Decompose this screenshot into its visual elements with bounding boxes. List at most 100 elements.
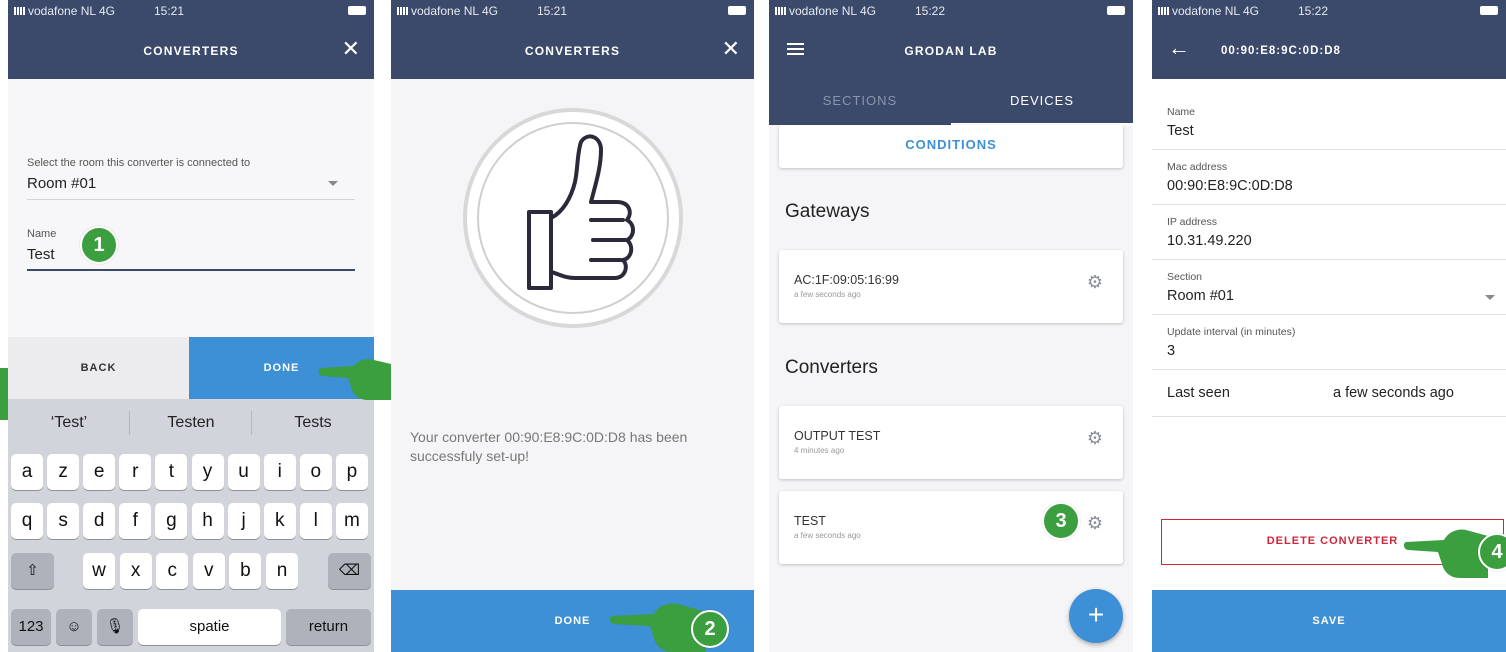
key-a[interactable]: a: [11, 454, 43, 490]
emoji-icon[interactable]: ☺: [56, 609, 92, 645]
app-bar: vodafone NL 4G 15:21 CONVERTERS ✕: [391, 0, 754, 79]
chevron-down-icon[interactable]: [1485, 295, 1495, 300]
tab-bar: SECTIONS DEVICES: [769, 79, 1133, 125]
key-c[interactable]: c: [156, 553, 189, 589]
section-label: Section: [1167, 271, 1203, 283]
mac-address-field: 00:90:E8:9C:0D:D8: [1167, 178, 1293, 194]
key-q[interactable]: q: [11, 503, 43, 539]
page-title: CONVERTERS: [524, 44, 621, 58]
shift-key[interactable]: ⇧: [11, 553, 54, 589]
gear-icon[interactable]: ⚙: [1087, 273, 1103, 291]
add-device-button[interactable]: +: [1069, 589, 1123, 643]
space-key[interactable]: spatie: [138, 609, 281, 645]
last-seen-label: Last seen: [1167, 385, 1230, 401]
gateway-card[interactable]: AC:1F:09:05:16:99 a few seconds ago ⚙: [779, 250, 1123, 323]
room-select[interactable]: Room #01: [27, 175, 96, 192]
screen-setup-success: vodafone NL 4G 15:21 CONVERTERS ✕ Your c…: [391, 0, 754, 652]
battery-icon: [1480, 6, 1498, 15]
app-bar: vodafone NL 4G 15:22 GRODAN LAB: [769, 0, 1133, 79]
field-divider: [1152, 204, 1506, 205]
step-badge-3: 3: [1042, 502, 1080, 540]
success-message: Your converter 00:90:E8:9C:0D:D8 has bee…: [410, 429, 688, 464]
key-s[interactable]: s: [47, 503, 80, 539]
status-bar: vodafone NL 4G 15:21: [391, 0, 754, 22]
field-divider: [1152, 149, 1506, 150]
key-p[interactable]: p: [335, 454, 368, 490]
converter-card[interactable]: OUTPUT TEST 4 minutes ago ⚙: [779, 406, 1123, 479]
screen-devices: vodafone NL 4G 15:22 GRODAN LAB SECTIONS…: [769, 0, 1133, 652]
pointing-hand-icon: [318, 359, 391, 400]
clock: 15:21: [537, 4, 568, 18]
key-i[interactable]: i: [263, 454, 296, 490]
thumbs-up-icon: [527, 134, 635, 290]
microphone-icon[interactable]: 🎙: [97, 609, 133, 645]
success-illustration: [463, 108, 683, 328]
clock: 15:21: [154, 4, 185, 18]
key-k[interactable]: k: [263, 503, 296, 539]
battery-icon: [728, 6, 746, 15]
room-select-underline: [27, 199, 355, 200]
key-f[interactable]: f: [119, 503, 152, 539]
name-input-underline: [27, 269, 355, 271]
app-bar: vodafone NL 4G 15:22 ← 00:90:E8:9C:0D:D8: [1152, 0, 1506, 79]
clock: 15:22: [915, 4, 946, 18]
gateway-name: AC:1F:09:05:16:99: [794, 273, 899, 287]
key-x[interactable]: x: [119, 553, 152, 589]
last-seen-value: a few seconds ago: [1333, 385, 1454, 401]
step-badge-1: 1: [80, 226, 118, 264]
key-d[interactable]: d: [83, 503, 116, 539]
key-e[interactable]: e: [83, 454, 116, 490]
update-interval-field[interactable]: 3: [1167, 343, 1175, 359]
name-label: Name: [27, 228, 57, 240]
battery-icon: [348, 6, 366, 15]
suggestion-2[interactable]: Testen: [130, 399, 252, 447]
key-l[interactable]: l: [299, 503, 332, 539]
save-button[interactable]: SAVE: [1152, 590, 1506, 652]
back-arrow-icon[interactable]: ←: [1168, 37, 1190, 59]
ip-address-label: IP address: [1167, 216, 1218, 228]
app-bar: vodafone NL 4G 15:21 CONVERTERS ✕: [8, 0, 374, 79]
numbers-key[interactable]: 123: [11, 609, 51, 645]
key-y[interactable]: y: [191, 454, 224, 490]
key-z[interactable]: z: [47, 454, 80, 490]
status-bar: vodafone NL 4G 15:21: [8, 0, 374, 22]
close-icon[interactable]: ✕: [342, 38, 360, 60]
suggestion-3[interactable]: Tests: [252, 399, 374, 447]
tab-devices[interactable]: DEVICES: [951, 79, 1133, 125]
field-divider: [1152, 314, 1506, 315]
converter-last-seen: 4 minutes ago: [794, 446, 845, 455]
page-title: CONVERTERS: [143, 44, 239, 58]
key-b[interactable]: b: [229, 553, 262, 589]
gateway-last-seen: a few seconds ago: [794, 290, 861, 299]
key-m[interactable]: m: [335, 503, 368, 539]
name-label: Name: [1167, 106, 1196, 118]
key-n[interactable]: n: [266, 553, 298, 589]
name-input[interactable]: Test: [27, 246, 55, 263]
backspace-key[interactable]: ⌫: [328, 553, 371, 589]
tab-sections[interactable]: SECTIONS: [769, 79, 951, 125]
key-j[interactable]: j: [227, 503, 260, 539]
key-w[interactable]: w: [83, 553, 115, 589]
section-select[interactable]: Room #01: [1167, 288, 1234, 304]
back-button[interactable]: BACK: [8, 337, 189, 399]
carrier-label: vodafone NL 4G: [1158, 4, 1259, 18]
gear-icon[interactable]: ⚙: [1087, 429, 1103, 447]
converter-last-seen: a few seconds ago: [794, 531, 861, 540]
close-icon[interactable]: ✕: [722, 38, 740, 60]
gear-icon[interactable]: ⚙: [1087, 514, 1103, 532]
return-key[interactable]: return: [286, 609, 371, 645]
suggestion-1[interactable]: ‘Test’: [8, 399, 130, 447]
carrier-label: vodafone NL 4G: [397, 4, 498, 18]
converter-name: OUTPUT TEST: [794, 429, 881, 443]
key-u[interactable]: u: [227, 454, 260, 490]
pointing-hand-icon: [0, 368, 8, 420]
conditions-button[interactable]: CONDITIONS: [779, 125, 1123, 168]
name-field[interactable]: Test: [1167, 123, 1194, 139]
key-o[interactable]: o: [299, 454, 332, 490]
key-v[interactable]: v: [192, 553, 225, 589]
key-h[interactable]: h: [191, 503, 224, 539]
key-r[interactable]: r: [119, 454, 152, 490]
key-t[interactable]: t: [155, 454, 188, 490]
chevron-down-icon[interactable]: [328, 181, 338, 186]
key-g[interactable]: g: [155, 503, 188, 539]
